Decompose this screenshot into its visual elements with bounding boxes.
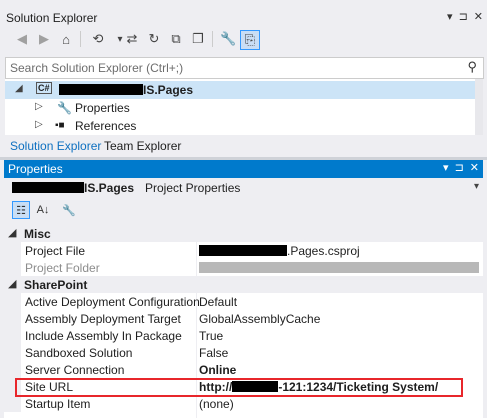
tree-item-references[interactable]: ▷ ▪■ References [5, 117, 475, 135]
property-name: Assembly Deployment Target [25, 312, 181, 326]
property-value: (none) [199, 397, 234, 411]
alphabetical-icon[interactable]: A↓ [34, 201, 52, 219]
property-value: True [199, 329, 224, 343]
property-row[interactable]: Active Deployment Configuration Default [4, 293, 483, 310]
tab-team-explorer[interactable]: Team Explorer [100, 137, 185, 157]
property-row[interactable]: Startup Item (none) [4, 395, 483, 412]
property-pages-icon[interactable]: 🔧 [60, 201, 78, 219]
history-icon[interactable]: ⟲ [90, 28, 106, 50]
preview-icon[interactable]: ⎘ [240, 30, 260, 50]
forward-icon[interactable]: ▶ [36, 28, 52, 50]
property-value: .Pages.csproj [199, 244, 360, 258]
category-label: SharePoint [24, 278, 88, 292]
search-icon[interactable]: ⚲ [467, 59, 477, 75]
object-selector[interactable]: IS.Pages Project Properties ▾ [4, 179, 483, 197]
explorer-tabs: Solution Explorer Team Explorer [0, 137, 487, 158]
solution-explorer-toolbar: ◀ ▶ ⌂ ⟲ ▾ ⇄ ↻ ⧉ ❐ 🔧 ⎘ [0, 28, 487, 56]
wrench-icon: 🔧 [57, 101, 72, 115]
show-all-files-icon[interactable]: ❐ [190, 28, 206, 50]
tree-item-project-label: IS.Pages [59, 83, 193, 97]
properties-toolbar: ☷ A↓ 🔧 [4, 199, 483, 223]
refresh-icon[interactable]: ↻ [146, 28, 162, 50]
collapse-icon[interactable]: ◢ [8, 277, 16, 290]
property-value: Online [199, 363, 237, 377]
property-row[interactable]: Assembly Deployment Target GlobalAssembl… [4, 310, 483, 327]
expand-arrow-icon[interactable]: ▷ [35, 119, 43, 130]
collapse-arrow-icon[interactable]: ◢ [15, 83, 23, 94]
property-name: Active Deployment Configuration [25, 295, 200, 309]
close-icon[interactable]: ✕ [470, 161, 479, 174]
back-icon[interactable]: ◀ [14, 28, 30, 50]
property-row[interactable]: Server Connection Online [4, 361, 483, 378]
close-icon[interactable]: ✕ [474, 10, 483, 23]
properties-title: Properties [8, 162, 63, 176]
tab-solution-explorer[interactable]: Solution Explorer [6, 137, 106, 158]
home-icon[interactable]: ⌂ [58, 28, 74, 50]
tree-item-project[interactable]: ◢ C# IS.Pages [5, 81, 475, 99]
pin-icon[interactable]: ⊐ [455, 161, 464, 174]
pin-icon[interactable]: ⊐ [459, 10, 468, 23]
property-row[interactable]: Include Assembly In Package True [4, 327, 483, 344]
category-label: Misc [24, 227, 51, 241]
site-url-highlight-box [15, 378, 463, 397]
property-row[interactable]: Project Folder [4, 259, 483, 276]
property-name: Server Connection [25, 363, 125, 377]
categorized-icon[interactable]: ☷ [12, 201, 30, 219]
search-input[interactable]: Search Solution Explorer (Ctrl+;) ⚲ [5, 57, 484, 79]
property-row[interactable]: Project File .Pages.csproj [4, 242, 483, 259]
object-type: Project Properties [145, 181, 241, 195]
tree-scrollbar[interactable] [475, 79, 483, 135]
property-row[interactable]: Sandboxed Solution False [4, 344, 483, 361]
property-name: Startup Item [25, 397, 91, 411]
properties-icon[interactable]: 🔧 [220, 28, 236, 50]
collapse-all-icon[interactable]: ⧉ [168, 28, 184, 50]
property-name: Sandboxed Solution [25, 346, 133, 360]
references-icon: ▪■ [55, 120, 65, 131]
chevron-down-icon[interactable]: ▾ [474, 181, 479, 192]
property-name: Project Folder [25, 261, 100, 275]
tree-item-properties[interactable]: ▷ 🔧 Properties [5, 99, 475, 117]
sync-icon[interactable]: ⇄ [124, 28, 140, 50]
category-misc[interactable]: ◢ Misc [4, 225, 483, 242]
property-name: Project File [25, 244, 86, 258]
window-position-dropdown-icon[interactable]: ▾ [443, 161, 449, 174]
property-value: GlobalAssemblyCache [199, 312, 321, 326]
expand-arrow-icon[interactable]: ▷ [35, 101, 43, 112]
property-name: Include Assembly In Package [25, 329, 182, 343]
object-name: IS.Pages [12, 181, 134, 195]
property-value: Default [199, 295, 238, 309]
solution-explorer-titlebar: Solution Explorer ▾ ⊐ ✕ [0, 8, 487, 28]
tree-item-references-label: References [75, 119, 137, 133]
tree-item-properties-label: Properties [75, 101, 130, 115]
properties-titlebar: Properties ▾ ⊐ ✕ [4, 160, 483, 178]
property-value: False [199, 346, 229, 360]
property-value-redacted [199, 261, 479, 275]
solution-explorer-title: Solution Explorer [6, 11, 98, 25]
category-sharepoint[interactable]: ◢ SharePoint [4, 276, 483, 293]
csharp-project-icon: C# [36, 82, 52, 94]
solution-tree: ◢ C# IS.Pages ▷ 🔧 Properties ▷ ▪■ Refere… [5, 79, 475, 135]
window-position-dropdown-icon[interactable]: ▾ [447, 10, 453, 23]
search-placeholder: Search Solution Explorer (Ctrl+;) [10, 61, 184, 75]
collapse-icon[interactable]: ◢ [8, 226, 16, 239]
